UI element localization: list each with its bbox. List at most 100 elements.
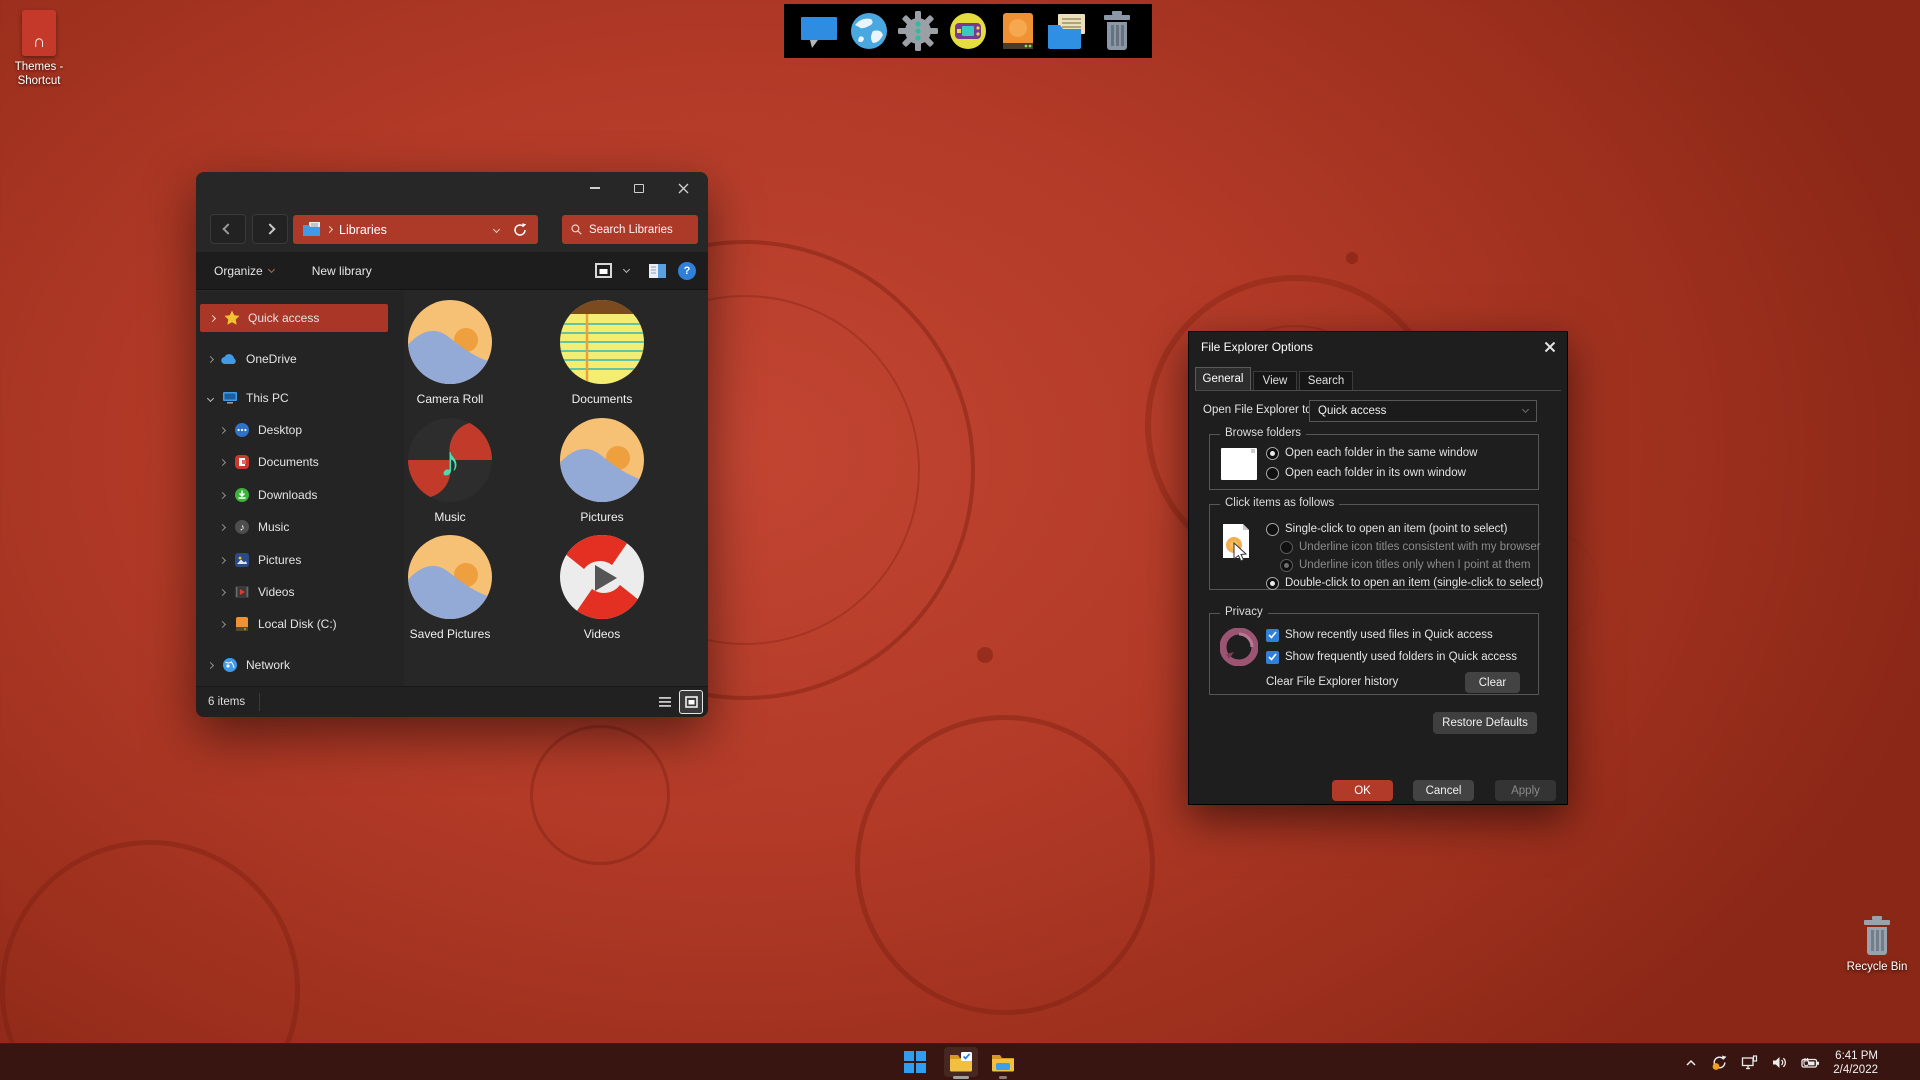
expand-chevron-icon[interactable]	[218, 588, 227, 596]
file-tile-music[interactable]: ♪ Music	[380, 418, 520, 524]
tray-display-connect-icon[interactable]	[1741, 1055, 1758, 1070]
address-bar[interactable]: Libraries	[293, 215, 538, 244]
file-tile-videos[interactable]: Videos	[532, 535, 672, 641]
cancel-button[interactable]: Cancel	[1413, 780, 1474, 801]
sidebar-item-network[interactable]: Network	[196, 651, 404, 679]
svg-text:♪: ♪	[440, 438, 461, 485]
clear-button[interactable]: Clear	[1465, 672, 1520, 693]
hard-drive-icon[interactable]	[996, 9, 1040, 53]
trash-icon[interactable]	[1095, 9, 1139, 53]
search-box[interactable]	[562, 215, 698, 244]
sidebar-item-pictures[interactable]: Pictures	[196, 546, 404, 574]
file-explorer-options-dialog: File Explorer Options General View Searc…	[1188, 331, 1568, 805]
globe-icon[interactable]	[847, 9, 891, 53]
network-globe-icon	[221, 657, 238, 674]
close-button[interactable]	[661, 172, 705, 204]
radio-icon	[1266, 466, 1279, 480]
file-label: Music	[434, 510, 466, 524]
radio-single-click[interactable]: Single-click to open an item (point to s…	[1266, 521, 1507, 537]
expand-chevron-icon[interactable]	[218, 620, 227, 628]
start-button[interactable]	[898, 1047, 932, 1077]
expand-chevron-icon[interactable]	[218, 523, 227, 531]
sidebar-item-videos[interactable]: Videos	[196, 578, 404, 606]
minimize-button[interactable]	[573, 172, 617, 204]
thumbnail-view-button[interactable]	[679, 690, 703, 714]
radio-own-window[interactable]: Open each folder in its own window	[1266, 465, 1466, 481]
open-to-dropdown[interactable]: Quick access	[1309, 400, 1537, 422]
list-view-button[interactable]	[654, 691, 676, 713]
group-title: Browse folders	[1220, 427, 1307, 439]
sidebar-item-local-disk[interactable]: Local Disk (C:)	[196, 610, 404, 638]
tray-battery-icon[interactable]	[1801, 1056, 1820, 1070]
tray-chevron-up-icon[interactable]	[1684, 1056, 1698, 1070]
sidebar-item-label: OneDrive	[246, 352, 297, 366]
radio-icon	[1266, 576, 1279, 590]
shortcut-label-line1: Themes -	[14, 61, 64, 73]
themes-glyph: ∩	[32, 32, 46, 51]
sidebar-item-downloads[interactable]: Downloads	[196, 481, 404, 509]
sidebar-item-label: This PC	[246, 391, 289, 405]
view-mode-icon[interactable]	[595, 263, 612, 278]
forward-button[interactable]	[252, 214, 288, 244]
file-tile-pictures[interactable]: Pictures	[532, 418, 672, 524]
restore-defaults-button[interactable]: Restore Defaults	[1433, 712, 1537, 734]
status-bar: 6 items	[196, 686, 708, 717]
search-input[interactable]	[589, 223, 689, 236]
refresh-icon[interactable]	[512, 222, 528, 238]
taskbar-clock[interactable]: 6:41 PM 2/4/2022	[1833, 1049, 1878, 1077]
collapse-chevron-icon[interactable]	[206, 394, 215, 402]
sidebar-item-label: Documents	[258, 455, 319, 469]
expand-chevron-icon[interactable]	[218, 491, 227, 499]
expand-chevron-icon[interactable]	[206, 661, 215, 669]
tray-sync-icon[interactable]	[1711, 1054, 1728, 1071]
file-tile-camera-roll[interactable]: Camera Roll	[380, 300, 520, 406]
sidebar-item-desktop[interactable]: Desktop	[196, 416, 404, 444]
file-tile-saved-pictures[interactable]: Saved Pictures	[380, 535, 520, 641]
maximize-button[interactable]	[617, 172, 661, 204]
recycle-bin-shortcut[interactable]: Recycle Bin	[1840, 916, 1914, 974]
checkbox-recent-files[interactable]: Show recently used files in Quick access	[1266, 627, 1493, 643]
settings-gear-icon[interactable]	[896, 9, 940, 53]
organize-dropdown-icon	[267, 265, 275, 273]
top-dock	[784, 4, 1152, 58]
back-button[interactable]	[210, 214, 246, 244]
taskbar-file-explorer-options[interactable]	[944, 1047, 978, 1077]
expand-chevron-icon[interactable]	[218, 426, 227, 434]
documents-folder-icon[interactable]	[1045, 9, 1089, 53]
organize-label: Organize	[214, 263, 263, 278]
landscape-icon	[560, 418, 644, 502]
help-icon[interactable]: ?	[678, 261, 696, 280]
tab-general[interactable]: General	[1195, 367, 1251, 390]
radio-same-window[interactable]: Open each folder in the same window	[1266, 445, 1477, 461]
radio-double-click[interactable]: Double-click to open an item (single-cli…	[1266, 575, 1543, 591]
radio-icon	[1266, 446, 1279, 460]
sidebar-item-music[interactable]: ♪ Music	[196, 513, 404, 541]
tab-view[interactable]: View	[1253, 371, 1297, 390]
display-icon[interactable]	[797, 9, 841, 53]
tray-volume-icon[interactable]	[1771, 1055, 1788, 1070]
checkbox-frequent-folders[interactable]: Show frequently used folders in Quick ac…	[1266, 649, 1517, 665]
tab-search[interactable]: Search	[1299, 371, 1353, 390]
sidebar-item-this-pc[interactable]: This PC	[196, 384, 404, 412]
sidebar-item-documents[interactable]: Documents	[196, 448, 404, 476]
view-dropdown-icon[interactable]	[622, 265, 631, 273]
organize-menu[interactable]: Organize	[214, 263, 275, 278]
sidebar-item-onedrive[interactable]: OneDrive	[196, 345, 404, 373]
file-tile-documents[interactable]: Documents	[532, 300, 672, 406]
dialog-close-icon[interactable]	[1544, 341, 1556, 353]
active-indicator	[953, 1076, 969, 1079]
ok-button[interactable]: OK	[1332, 780, 1393, 801]
desktop-shortcut-themes[interactable]: ∩ Themes - Shortcut	[8, 10, 70, 88]
preview-pane-icon[interactable]	[649, 263, 666, 278]
expand-chevron-icon[interactable]	[206, 355, 215, 363]
expand-chevron-icon[interactable]	[218, 556, 227, 564]
game-console-icon[interactable]	[946, 9, 990, 53]
expand-chevron-icon[interactable]	[208, 314, 217, 322]
sidebar-item-quick-access[interactable]: Quick access	[200, 304, 388, 332]
taskbar-file-explorer[interactable]	[986, 1047, 1020, 1077]
new-library-button[interactable]: New library	[312, 264, 372, 278]
video-swirl-icon	[560, 535, 644, 619]
address-dropdown-icon[interactable]	[492, 225, 501, 234]
system-tray: 6:41 PM 2/4/2022	[1684, 1044, 1878, 1080]
expand-chevron-icon[interactable]	[218, 458, 227, 466]
